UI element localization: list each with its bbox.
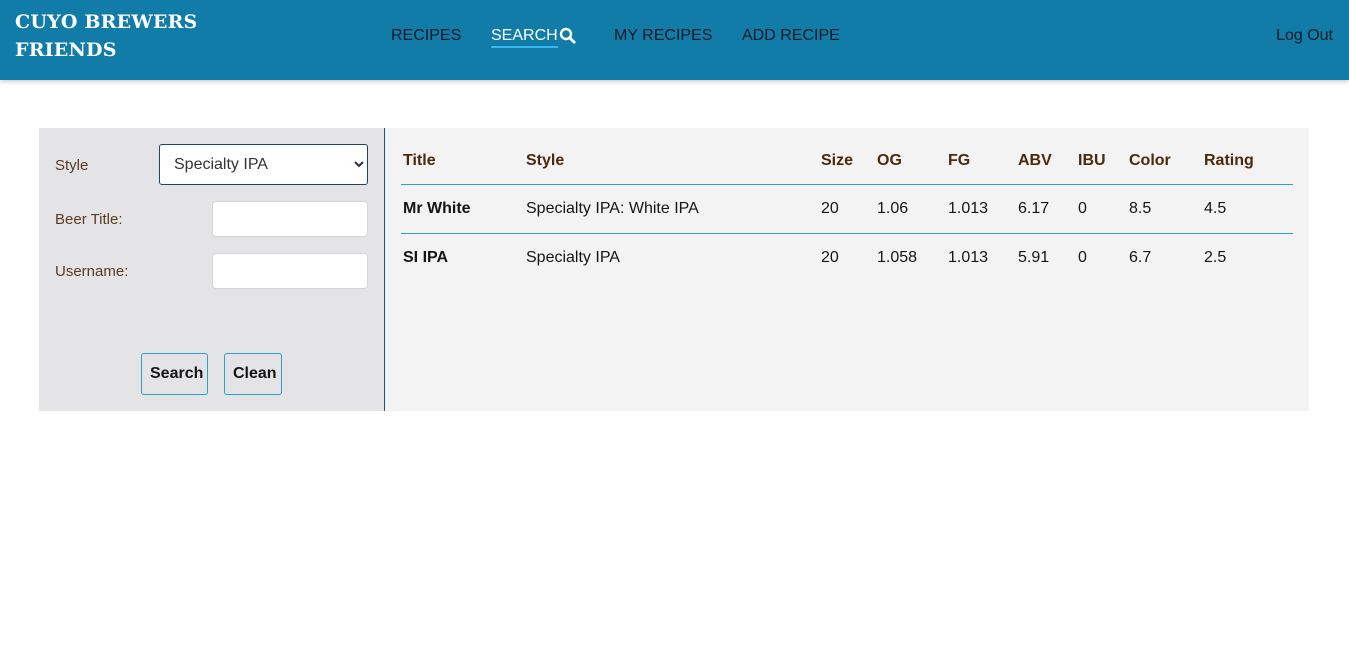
nav-recipes[interactable]: RECIPES <box>391 26 461 50</box>
header-ibu[interactable]: IBU <box>1076 138 1127 185</box>
header-fg[interactable]: FG <box>946 138 1016 185</box>
cell-style: Specialty IPA <box>526 249 620 266</box>
beer-title-label: Beer Title: <box>55 211 123 228</box>
cell-title[interactable]: Mr White <box>401 184 524 234</box>
header-color[interactable]: Color <box>1127 138 1202 185</box>
clean-button[interactable]: Clean <box>224 353 282 395</box>
username-input[interactable] <box>212 253 368 289</box>
cell-color: 6.7 <box>1129 249 1152 266</box>
nav-add-recipe-label: ADD RECIPE <box>742 27 840 44</box>
cell-abv: 5.91 <box>1018 249 1050 266</box>
nav-add-recipe[interactable]: ADD RECIPE <box>742 26 840 50</box>
cell-style: Specialty IPA: White IPA <box>524 184 819 234</box>
cell-color: 8.5 <box>1127 184 1202 234</box>
header-abv[interactable]: ABV <box>1016 138 1076 185</box>
cell-size: 20 <box>819 184 875 234</box>
cell-ibu: 0 <box>1078 249 1087 266</box>
cell-rating: 2.5 <box>1204 249 1227 266</box>
results-panel: Title Style Size OG FG ABV IBU Color Rat… <box>385 128 1309 411</box>
cell-abv: 6.17 <box>1016 184 1076 234</box>
nav-search-label: SEARCH <box>491 27 558 48</box>
style-select[interactable]: Specialty IPA <box>159 144 368 185</box>
table-row[interactable]: SI IPA Specialty IPA 20 1.058 1.013 5.91… <box>401 234 1293 283</box>
nav-my-recipes[interactable]: MY RECIPES <box>614 26 712 50</box>
header-size[interactable]: Size <box>819 138 875 185</box>
header-rating[interactable]: Rating <box>1202 138 1293 185</box>
nav-my-recipes-label: MY RECIPES <box>614 27 713 44</box>
cell-fg: 1.013 <box>948 249 989 266</box>
table-row[interactable]: Mr White Specialty IPA: White IPA 20 1.0… <box>401 184 1293 234</box>
style-label: Style <box>55 157 89 174</box>
cell-og: 1.058 <box>877 249 918 266</box>
header-title[interactable]: Title <box>401 138 524 185</box>
logout-link[interactable]: Log Out <box>1276 26 1333 46</box>
cell-size: 20 <box>821 249 839 266</box>
username-label: Username: <box>55 263 129 280</box>
nav-search[interactable]: SEARCH <box>491 26 576 50</box>
cell-og: 1.06 <box>875 184 946 234</box>
brand-logo-text[interactable]: CUYO BREWERS FRIENDS <box>15 8 235 64</box>
cell-fg: 1.013 <box>946 184 1016 234</box>
header-style[interactable]: Style <box>524 138 819 185</box>
search-icon <box>559 27 576 44</box>
cell-rating: 4.5 <box>1202 184 1293 234</box>
top-navbar: CUYO BREWERS FRIENDS RECIPES SEARCH MY R… <box>0 0 1349 80</box>
table-header-row: Title Style Size OG FG ABV IBU Color Rat… <box>401 138 1293 185</box>
nav-recipes-label: RECIPES <box>391 27 462 44</box>
results-table: Title Style Size OG FG ABV IBU Color Rat… <box>401 138 1293 282</box>
cell-ibu: 0 <box>1076 184 1127 234</box>
search-button[interactable]: Search <box>141 353 208 395</box>
header-og[interactable]: OG <box>875 138 946 185</box>
cell-title[interactable]: SI IPA <box>401 234 524 283</box>
beer-title-input[interactable] <box>212 201 368 237</box>
search-filter-panel: Style Specialty IPA Beer Title: Username… <box>39 128 385 411</box>
